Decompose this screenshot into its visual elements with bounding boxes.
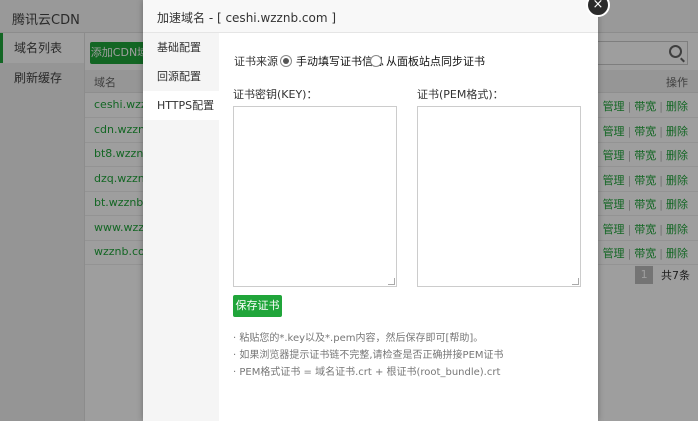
dialog-tabs: 基础配置 回源配置 HTTPS配置 (143, 33, 219, 421)
key-textarea[interactable] (233, 106, 397, 287)
cert-label: 证书(PEM格式)： (417, 88, 504, 101)
cert-textarea[interactable] (417, 106, 581, 287)
radio-checked-icon[interactable] (280, 55, 292, 67)
tip-line: · 如果浏览器提示证书链不完整,请检查是否正确拼接PEM证书 (233, 350, 504, 361)
https-config-panel: 证书来源 手动填写证书信息 从面板站点同步证书 证书密钥(KEY)： 证书(PE… (219, 33, 598, 421)
tip-line: · PEM格式证书 = 域名证书.crt + 根证书(root_bundle).… (233, 367, 501, 378)
tab-basic-config[interactable]: 基础配置 (143, 33, 219, 62)
save-cert-button[interactable]: 保存证书 (233, 295, 282, 317)
radio-unchecked-icon[interactable] (370, 55, 382, 67)
tab-origin-config[interactable]: 回源配置 (143, 62, 219, 91)
domain-config-dialog: 加速域名 - [ ceshi.wzznb.com ] 基础配置 回源配置 HTT… (143, 0, 598, 421)
radio-sync-label: 从面板站点同步证书 (386, 55, 485, 68)
tab-https-config[interactable]: HTTPS配置 (143, 91, 219, 120)
radio-sync-cert[interactable]: 从面板站点同步证书 (370, 53, 485, 69)
cert-source-label: 证书来源 (234, 55, 278, 68)
radio-manual-cert[interactable]: 手动填写证书信息 (280, 53, 384, 69)
tip-line: · 粘贴您的*.key以及*.pem内容，然后保存即可[帮助]。 (233, 333, 484, 344)
dialog-title: 加速域名 - [ ceshi.wzznb.com ] (157, 11, 337, 25)
key-label: 证书密钥(KEY)： (233, 88, 318, 101)
dialog-title-bar: 加速域名 - [ ceshi.wzznb.com ] (143, 0, 598, 33)
